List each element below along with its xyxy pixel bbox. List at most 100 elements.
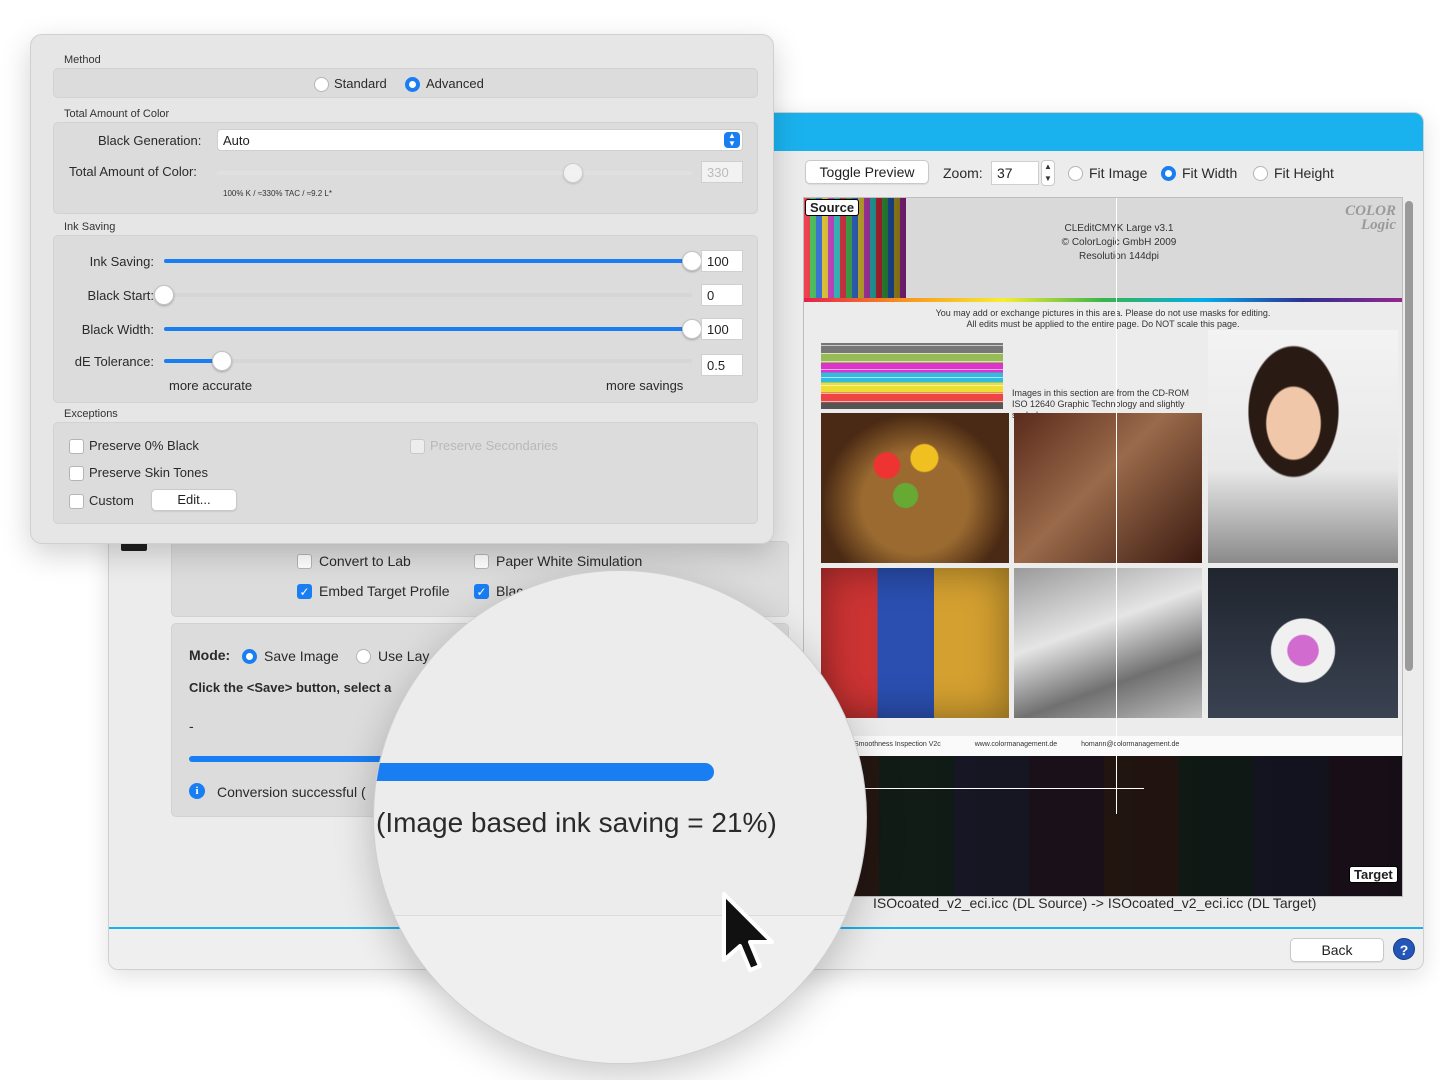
- black-generation-value: Auto: [223, 133, 250, 148]
- target-tag: Target: [1349, 866, 1398, 883]
- black-start-value[interactable]: 0: [701, 284, 743, 306]
- preview-canvas[interactable]: Source CLEditCMYK Large v3.1 © ColorLogi…: [803, 197, 1403, 897]
- paper-white-checkbox[interactable]: [474, 554, 489, 569]
- toggle-preview-button[interactable]: Toggle Preview: [805, 160, 929, 184]
- preserve-skin-label: Preserve Skin Tones: [89, 465, 208, 480]
- photo-antique-room: [1014, 413, 1202, 563]
- advanced-radio[interactable]: [405, 77, 420, 92]
- black-width-label: Black Width:: [81, 322, 154, 337]
- more-accurate-hint: more accurate: [169, 378, 253, 393]
- info-icon: i: [189, 783, 205, 799]
- total-color-value[interactable]: 330: [701, 161, 743, 183]
- save-image-radio[interactable]: [242, 649, 257, 664]
- black-start-label: Black Start:: [87, 288, 154, 303]
- zoom-input[interactable]: 37: [991, 161, 1039, 185]
- header-line-1: CLEditCMYK Large v3.1: [1064, 223, 1174, 234]
- conversion-progress-fill: [189, 756, 389, 762]
- de-tolerance-label: dE Tolerance:: [74, 354, 154, 369]
- convert-to-lab-label: Convert to Lab: [319, 553, 411, 569]
- de-tolerance-knob[interactable]: [212, 351, 233, 371]
- ink-saving-value[interactable]: 100: [701, 250, 743, 272]
- instruction-text: Click the <Save> button, select a: [189, 680, 392, 695]
- photo-musicians: [821, 568, 1009, 718]
- method-title: Method: [64, 54, 101, 66]
- magnified-progress-bar: [374, 763, 714, 781]
- notice-line-1: You may add or exchange pictures in this…: [935, 308, 1271, 318]
- black-start-track[interactable]: [164, 293, 692, 297]
- select-chevron-icon: ▲ ▼: [724, 132, 740, 148]
- standard-radio[interactable]: [314, 77, 329, 92]
- total-color-slider-knob[interactable]: [563, 163, 584, 183]
- profile-caption: ISOcoated_v2_eci.icc (DL Source) -> ISOc…: [873, 895, 1317, 911]
- black-generation-select[interactable]: Auto ▲ ▼: [217, 129, 743, 151]
- split-line-horizontal: [844, 788, 1144, 789]
- black-width-fill: [164, 327, 692, 331]
- total-color-slider-track[interactable]: [217, 171, 692, 175]
- paper-white-label: Paper White Simulation: [496, 553, 643, 569]
- footer-strip-2: www.colormanagement.de: [974, 741, 1058, 748]
- preserve-secondaries-label: Preserve Secondaries: [430, 438, 558, 453]
- custom-checkbox[interactable]: [69, 494, 84, 509]
- custom-label: Custom: [89, 493, 134, 508]
- zoom-stepper[interactable]: ▲ ▼: [1041, 160, 1055, 186]
- magnifier-footer-band: [374, 915, 866, 1063]
- ink-saving-group: Ink Saving: 100 Black Start: 0 Black Wid…: [53, 235, 758, 403]
- conversion-status-text: Conversion successful (: [217, 784, 366, 800]
- total-color-group: Black Generation: Auto ▲ ▼ Total Amount o…: [53, 122, 758, 214]
- ink-saving-knob[interactable]: [682, 251, 702, 271]
- ink-slider-row: Ink Saving: 100: [54, 248, 759, 274]
- ink-saving-title: Ink Saving: [64, 221, 116, 233]
- zoom-label: Zoom:: [943, 165, 983, 181]
- settings-panel: Method Standard Advanced Total Amount of…: [30, 34, 774, 544]
- method-group: Standard Advanced: [53, 68, 758, 98]
- de-tolerance-track[interactable]: [164, 359, 692, 363]
- header-text-block: CLEditCMYK Large v3.1 © ColorLogic GmbH …: [1014, 222, 1224, 264]
- magnifier-lens: (Image based ink saving = 21%): [373, 570, 867, 1064]
- back-button[interactable]: Back: [1290, 938, 1384, 962]
- de-tolerance-value[interactable]: 0.5: [701, 354, 743, 376]
- advanced-label: Advanced: [426, 76, 484, 91]
- photo-woman-portrait: [1208, 330, 1398, 563]
- preview-scrollbar[interactable]: [1405, 201, 1413, 671]
- exceptions-title: Exceptions: [64, 408, 118, 420]
- color-patch-grid: [821, 343, 1003, 409]
- black-generation-label: Black Generation:: [98, 133, 202, 148]
- ink-saving-track[interactable]: [164, 259, 692, 263]
- black-width-value[interactable]: 100: [701, 318, 743, 340]
- photo-silverware: [1014, 568, 1202, 718]
- de-tolerance-row: dE Tolerance: 0.5: [54, 350, 759, 376]
- black-option-checkbox[interactable]: ✓: [474, 584, 489, 599]
- total-color-hint: 100% K / ≈330% TAC / ≈9.2 L*: [223, 189, 332, 198]
- footer-strip-1: Smoothness Inspection V2c: [854, 741, 941, 748]
- black-start-row: Black Start: 0: [54, 282, 759, 308]
- conversion-progress-bar: [189, 756, 389, 762]
- split-line-vertical[interactable]: [1116, 198, 1117, 814]
- source-tag: Source: [805, 199, 860, 216]
- black-width-knob[interactable]: [682, 319, 702, 339]
- ink-saving-label: Ink Saving:: [89, 254, 154, 269]
- use-layer-label: Use Lay: [378, 648, 430, 664]
- fit-height-radio[interactable]: [1253, 166, 1268, 181]
- black-width-track[interactable]: [164, 327, 692, 331]
- preserve-black-checkbox[interactable]: [69, 439, 84, 454]
- fit-width-radio[interactable]: [1161, 166, 1176, 181]
- header-line-2: © ColorLogic GmbH 2009: [1061, 237, 1177, 248]
- convert-to-lab-checkbox[interactable]: [297, 554, 312, 569]
- preserve-secondaries-checkbox[interactable]: [410, 439, 425, 454]
- help-icon[interactable]: ?: [1393, 938, 1415, 960]
- fit-image-label: Fit Image: [1089, 165, 1148, 181]
- fit-width-label: Fit Width: [1182, 165, 1238, 181]
- edit-button[interactable]: Edit...: [151, 489, 237, 511]
- footer-strip: Smoothness Inspection V2c www.colormanag…: [804, 736, 1402, 756]
- black-start-knob[interactable]: [154, 285, 174, 305]
- cd-rom-line-1: Images in this section are from the CD-R…: [1012, 388, 1190, 398]
- notice-line-2: All edits must be applied to the entire …: [966, 319, 1240, 329]
- fit-image-radio[interactable]: [1068, 166, 1083, 181]
- preserve-black-label: Preserve 0% Black: [89, 438, 199, 453]
- use-layer-radio[interactable]: [356, 649, 371, 664]
- cursor-icon: [722, 892, 774, 972]
- embed-target-checkbox[interactable]: ✓: [297, 584, 312, 599]
- footer-strip-3: homann@colormanagement.de: [1081, 741, 1180, 748]
- preserve-skin-checkbox[interactable]: [69, 466, 84, 481]
- magnified-progress-fill: [374, 763, 714, 781]
